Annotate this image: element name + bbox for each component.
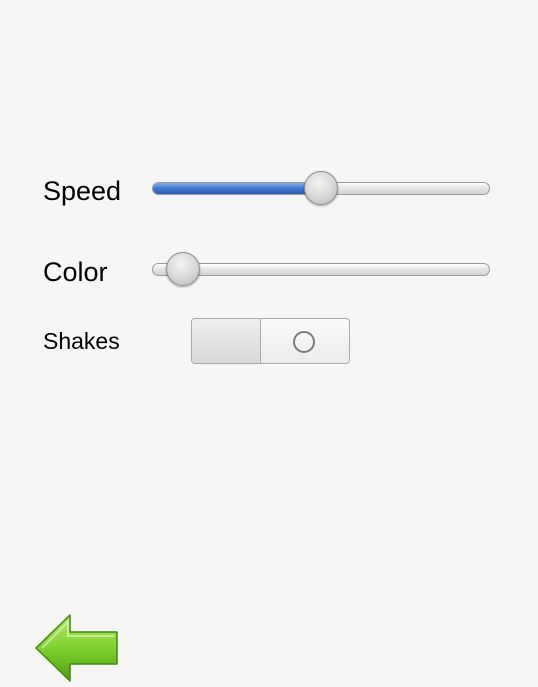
speed-label: Speed — [43, 176, 122, 206]
back-button[interactable] — [34, 614, 120, 682]
color-slider[interactable] — [152, 252, 490, 286]
toggle-off-circle-icon — [293, 331, 315, 353]
shakes-toggle[interactable] — [191, 318, 350, 364]
speed-slider[interactable] — [152, 171, 490, 205]
speed-slider-thumb[interactable] — [304, 171, 338, 205]
color-label: Color — [43, 257, 108, 287]
color-slider-track[interactable] — [152, 263, 490, 276]
color-slider-thumb[interactable] — [166, 252, 201, 286]
speed-slider-fill — [153, 183, 322, 194]
shakes-label: Shakes — [43, 328, 120, 354]
shakes-toggle-on-segment[interactable] — [192, 319, 261, 363]
green-left-arrow-icon — [35, 614, 118, 682]
